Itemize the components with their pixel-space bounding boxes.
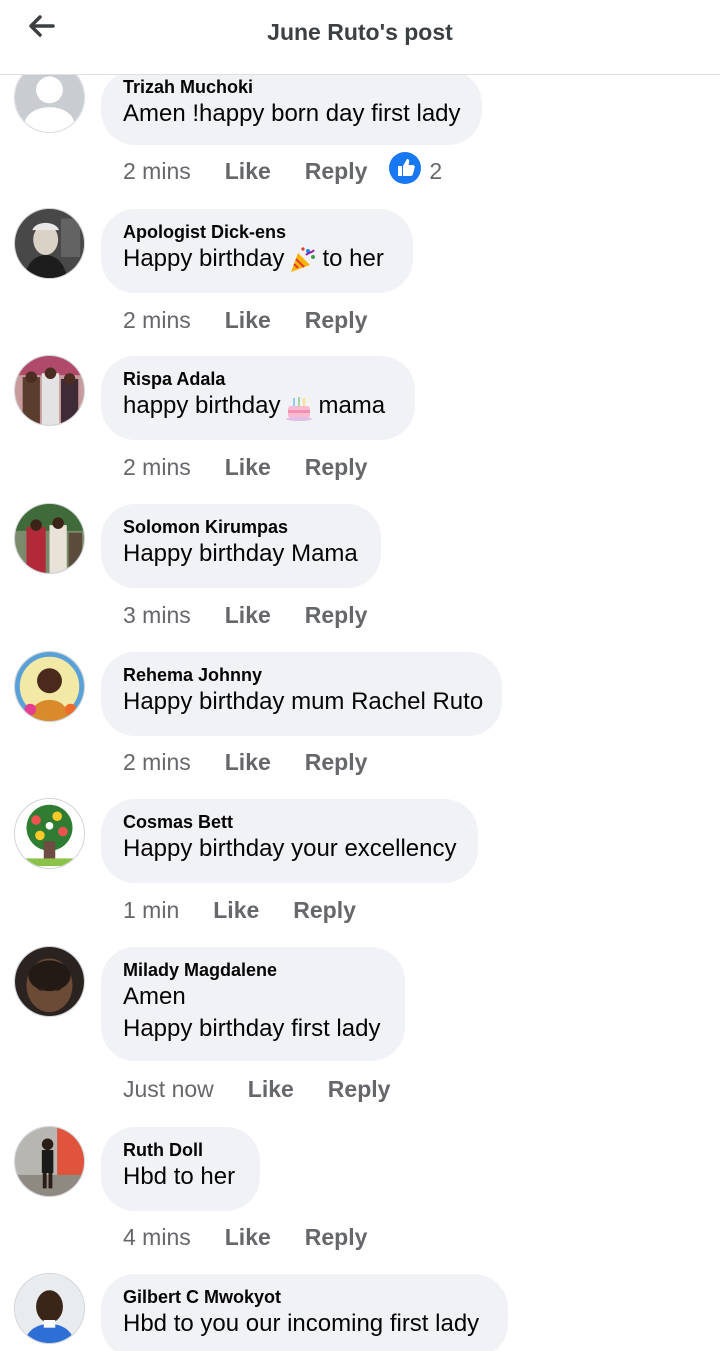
comment-bubble[interactable]: Rehema Johnny Happy birthday mum Rachel …	[101, 652, 502, 736]
comment-actions: Just now Like Reply	[123, 1074, 390, 1104]
comment-bubble[interactable]: Ruth Doll Hbd to her	[101, 1127, 260, 1211]
comment-time[interactable]: 2 mins	[123, 749, 191, 776]
avatar[interactable]	[14, 208, 85, 279]
like-button[interactable]: Like	[225, 158, 271, 185]
avatar[interactable]	[14, 798, 85, 869]
like-button[interactable]: Like	[225, 1224, 271, 1251]
comment-text: Happy birthday mum Rachel Ruto	[123, 688, 484, 715]
like-button[interactable]: Like	[225, 454, 271, 481]
comment-actions: 4 mins Like Reply	[123, 1222, 367, 1252]
comment-author[interactable]: Solomon Kirumpas	[123, 516, 357, 538]
comment-time[interactable]: Just now	[123, 1076, 214, 1103]
avatar[interactable]	[14, 1273, 85, 1344]
comment-bubble[interactable]: Cosmas Bett Happy birthday your excellen…	[101, 799, 478, 883]
party-popper-emoji	[288, 245, 318, 275]
comment-text: Happy birthday first lady	[123, 1015, 381, 1042]
reply-button[interactable]: Reply	[293, 897, 356, 924]
like-button[interactable]: Like	[225, 749, 271, 776]
comment-author[interactable]: Rehema Johnny	[123, 664, 478, 686]
comment-text: Happy birthday to her	[123, 243, 389, 275]
comment-text: Hbd to you our incoming first lady	[123, 1310, 480, 1337]
reply-button[interactable]: Reply	[305, 307, 368, 334]
comment-actions: 3 mins Like Reply	[123, 600, 367, 630]
comment-time[interactable]: 2 mins	[123, 307, 191, 334]
avatar[interactable]	[14, 355, 85, 426]
comment-author[interactable]: Trizah Muchoki	[123, 76, 458, 98]
comment-text-part: Happy birthday	[123, 245, 285, 272]
comment-bubble[interactable]: Gilbert C Mwokyot Hbd to you our incomin…	[101, 1274, 508, 1351]
top-bar: June Ruto's post	[0, 0, 720, 75]
comment-actions: 1 min Like Reply	[123, 895, 356, 925]
avatar[interactable]	[14, 946, 85, 1017]
comment-bubble[interactable]: Solomon Kirumpas Happy birthday Mama	[101, 504, 381, 588]
like-button[interactable]: Like	[225, 602, 271, 629]
avatar[interactable]	[14, 503, 85, 574]
comment-text: Amen	[123, 983, 186, 1010]
comment-bubble[interactable]: Rispa Adala happy birthday mama	[101, 356, 415, 440]
comment-bubble[interactable]: Trizah Muchoki Amen !happy born day firs…	[101, 70, 482, 145]
comment-text: happy birthday mama	[123, 390, 391, 422]
reply-button[interactable]: Reply	[305, 1224, 368, 1251]
reply-button[interactable]: Reply	[305, 158, 368, 185]
comment-time[interactable]: 3 mins	[123, 602, 191, 629]
comment-actions: 2 mins Like Reply	[123, 747, 367, 777]
reply-button[interactable]: Reply	[305, 749, 368, 776]
birthday-cake-emoji	[284, 392, 314, 422]
like-button[interactable]: Like	[213, 897, 259, 924]
comment-time[interactable]: 1 min	[123, 897, 179, 924]
reply-button[interactable]: Reply	[305, 454, 368, 481]
avatar[interactable]	[14, 1126, 85, 1197]
like-button[interactable]: Like	[225, 307, 271, 334]
reaction-summary[interactable]: 2	[389, 152, 442, 190]
comment-text: Happy birthday Mama	[123, 540, 358, 567]
comment-text-part: mama	[318, 392, 386, 419]
comment-text: Hbd to her	[123, 1163, 236, 1190]
avatar[interactable]	[14, 651, 85, 722]
comment-author[interactable]: Apologist Dick-ens	[123, 221, 389, 243]
comment-author[interactable]: Ruth Doll	[123, 1139, 236, 1161]
comment-bubble[interactable]: Apologist Dick-ens Happy birthday to her	[101, 209, 413, 293]
comment-actions: 2 mins Like Reply 2	[123, 152, 442, 186]
comment-text-part: to her	[322, 245, 384, 272]
comment-actions: 2 mins Like Reply	[123, 305, 367, 335]
comment-author[interactable]: Cosmas Bett	[123, 811, 454, 833]
comment-author[interactable]: Milady Magdalene	[123, 959, 381, 981]
comment-time[interactable]: 4 mins	[123, 1224, 191, 1251]
reply-button[interactable]: Reply	[328, 1076, 391, 1103]
comment-author[interactable]: Rispa Adala	[123, 368, 391, 390]
comment-text: Happy birthday your excellency	[123, 835, 457, 862]
page-title: June Ruto's post	[267, 19, 453, 45]
comment-text: Amen !happy born day first lady	[123, 100, 461, 127]
comment-list: Trizah Muchoki Amen !happy born day firs…	[0, 0, 720, 1351]
like-button[interactable]: Like	[248, 1076, 294, 1103]
thumbs-up-icon	[389, 152, 422, 190]
comment-time[interactable]: 2 mins	[123, 454, 191, 481]
comment-author[interactable]: Gilbert C Mwokyot	[123, 1286, 484, 1308]
comment-time[interactable]: 2 mins	[123, 158, 191, 185]
comment-actions: 2 mins Like Reply	[123, 452, 367, 482]
comment-bubble[interactable]: Milady Magdalene Amen Happy birthday fir…	[101, 947, 405, 1061]
comment-text-part: happy birthday	[123, 392, 281, 419]
reaction-count: 2	[429, 157, 443, 184]
reply-button[interactable]: Reply	[305, 602, 368, 629]
